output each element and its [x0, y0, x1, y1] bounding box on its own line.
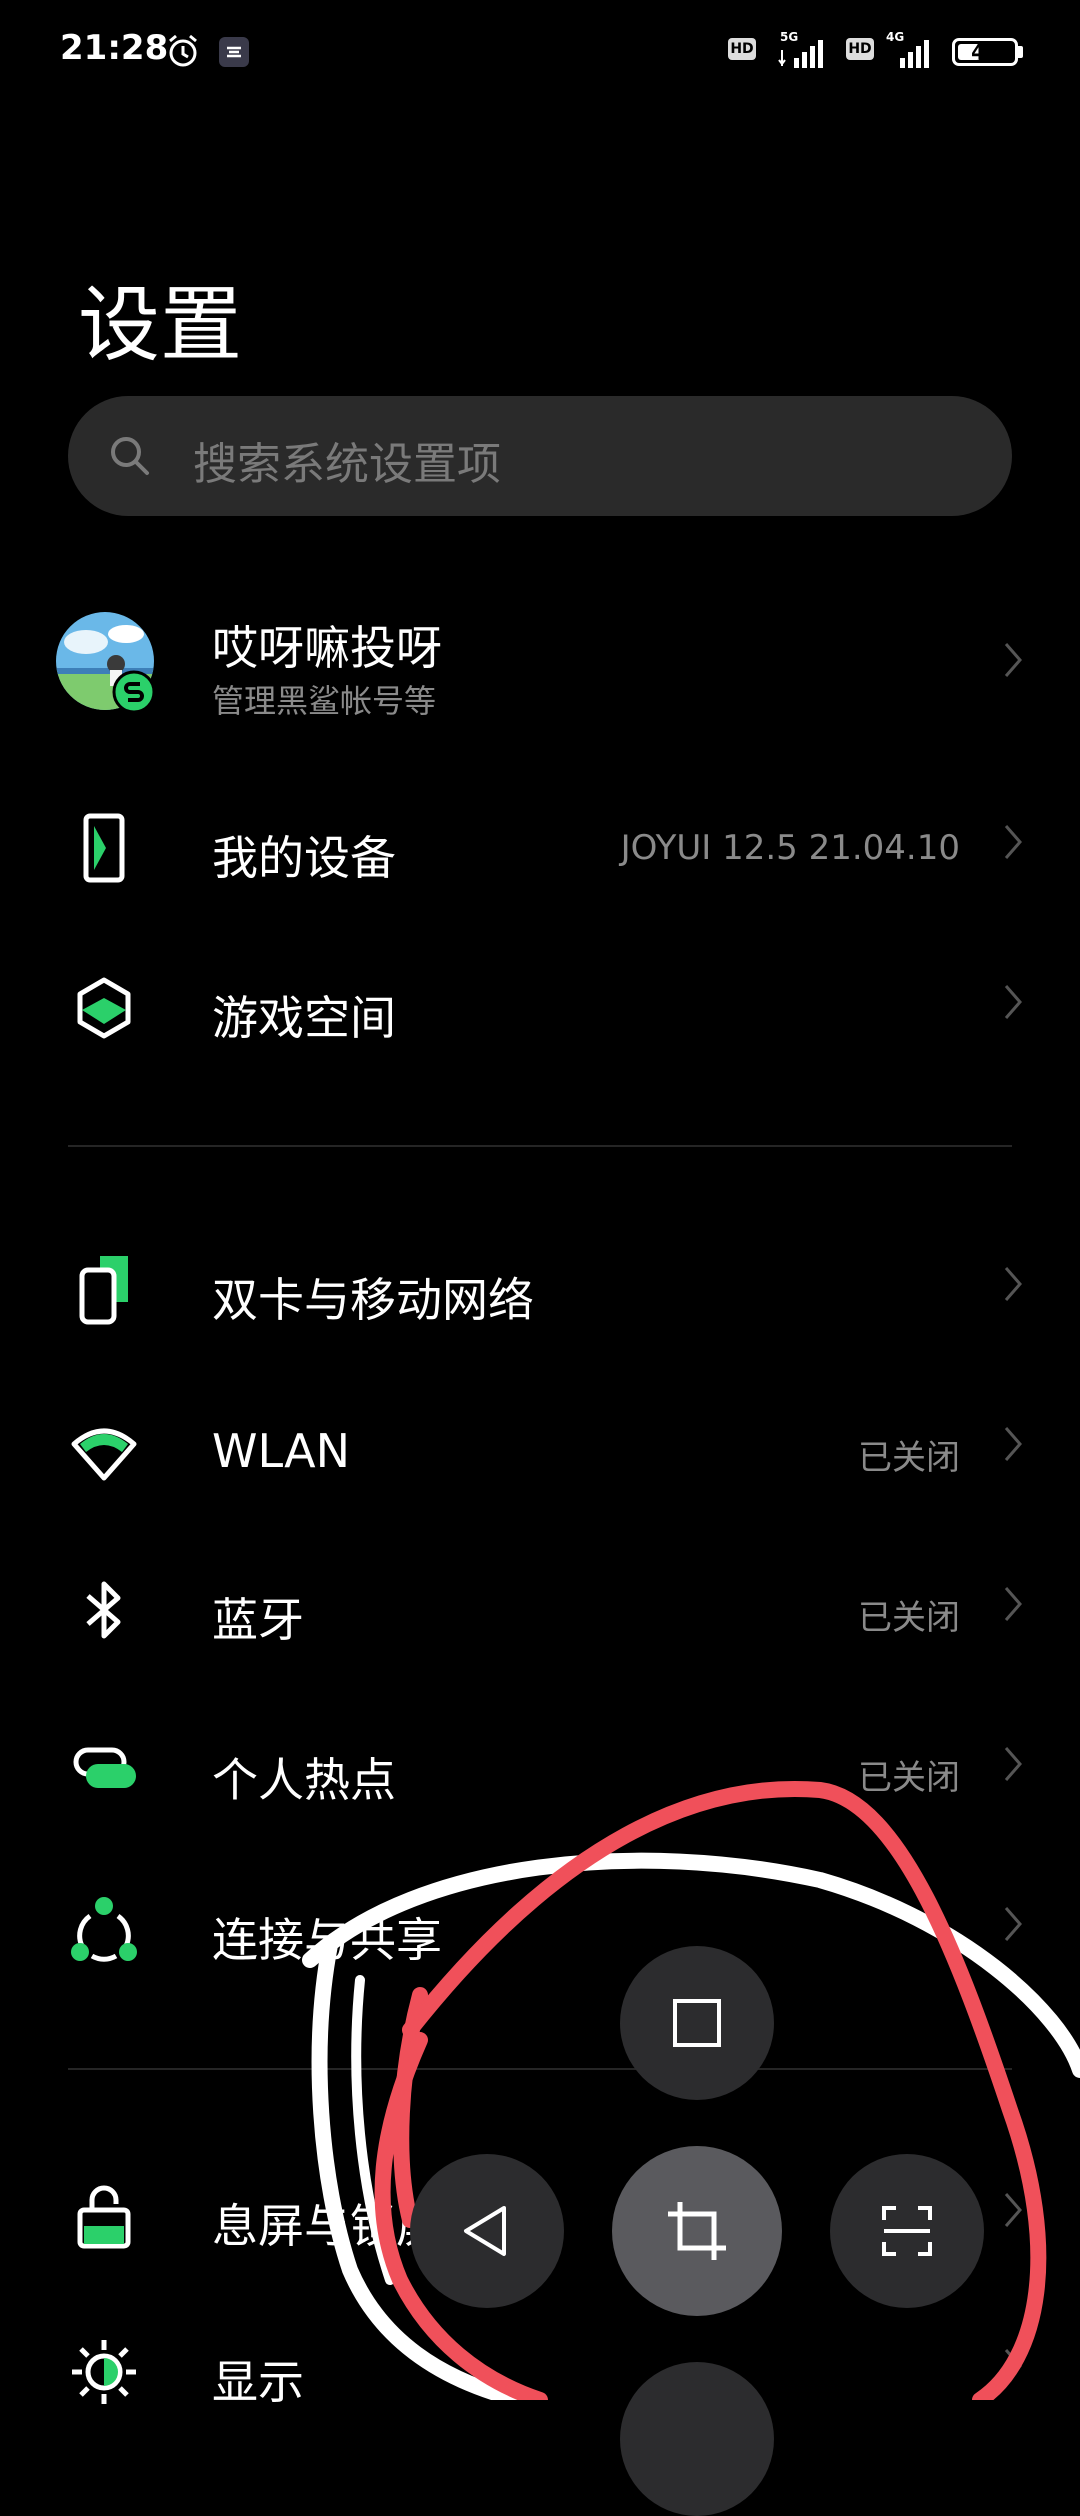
- hotspot-status: 已关闭: [858, 1758, 960, 1798]
- chevron-right-icon: [1004, 985, 1022, 1019]
- hd-voice-badge-2: HD: [846, 38, 874, 60]
- game-space-icon: [77, 977, 131, 1039]
- crop-screenshot-button[interactable]: [612, 2146, 782, 2316]
- lock-screen-label: 息屏与锁屏: [212, 2199, 442, 2253]
- account-subtitle: 管理黑鲨帐号等: [212, 682, 437, 720]
- chevron-right-icon: [1004, 1747, 1022, 1781]
- settings-item-bluetooth[interactable]: 蓝牙 已关闭: [0, 1538, 1080, 1678]
- lock-icon: [77, 2185, 131, 2249]
- settings-item-sim[interactable]: 双卡与移动网络: [0, 1218, 1080, 1358]
- wlan-label: WLAN: [212, 1424, 351, 1478]
- crop-icon: [668, 2202, 726, 2260]
- chevron-right-icon: [1004, 1427, 1022, 1461]
- phone-device-icon: [83, 813, 125, 883]
- chevron-right-icon: [1004, 2349, 1022, 2383]
- account-row[interactable]: 哎呀嘛投呀 管理黑鲨帐号等: [0, 590, 1080, 730]
- chevron-right-icon: [1004, 643, 1022, 677]
- back-triangle-icon: [464, 2206, 506, 2256]
- scan-frame-icon: [882, 2206, 932, 2256]
- sim-label: 双卡与移动网络: [212, 1273, 534, 1327]
- chevron-right-icon: [1004, 1587, 1022, 1621]
- settings-item-display[interactable]: 显示: [0, 2300, 1080, 2440]
- settings-item-game-space[interactable]: 游戏空间: [0, 936, 1080, 1076]
- search-icon: [111, 437, 149, 475]
- recents-button[interactable]: [620, 1946, 774, 2100]
- game-space-label: 游戏空间: [212, 991, 396, 1045]
- hotspot-label: 个人热点: [212, 1753, 396, 1807]
- battery-indicator: 40: [952, 38, 1018, 66]
- signal-icon-2: [900, 40, 929, 68]
- chevron-right-icon: [1004, 2193, 1022, 2227]
- settings-item-hotspot[interactable]: 个人热点 已关闭: [0, 1698, 1080, 1838]
- extra-action-button[interactable]: [620, 2362, 774, 2516]
- section-divider: [68, 2068, 1012, 2070]
- settings-item-connect-share[interactable]: 连接与共享: [0, 1858, 1080, 1998]
- hd-voice-badge: HD: [728, 38, 756, 60]
- wlan-status: 已关闭: [858, 1438, 960, 1478]
- section-divider: [68, 1145, 1012, 1147]
- bluetooth-status: 已关闭: [858, 1598, 960, 1638]
- bluetooth-icon: [86, 1581, 121, 1639]
- display-label: 显示: [212, 2355, 304, 2409]
- hotspot-icon: [73, 1747, 136, 1788]
- connect-share-icon: [71, 1897, 137, 1962]
- battery-percent: 40: [971, 40, 999, 64]
- scan-button[interactable]: [830, 2154, 984, 2308]
- page-title: 设置: [78, 278, 243, 373]
- wifi-icon: [71, 1428, 137, 1481]
- back-button[interactable]: [410, 2154, 564, 2308]
- signal-icon: [778, 40, 823, 68]
- search-placeholder: 搜索系统设置项: [193, 439, 501, 490]
- settings-item-wlan[interactable]: WLAN 已关闭: [0, 1378, 1080, 1518]
- chevron-right-icon: [1004, 1267, 1022, 1301]
- alarm-icon: [169, 34, 197, 67]
- chevron-right-icon: [1004, 1907, 1022, 1941]
- battery-nub: [1018, 46, 1023, 58]
- clock: 21:28: [60, 28, 169, 68]
- settings-item-my-device[interactable]: 我的设备 JOYUI 12.5 21.04.10: [0, 776, 1080, 916]
- bluetooth-label: 蓝牙: [212, 1593, 304, 1647]
- my-device-label: 我的设备: [212, 831, 396, 885]
- app-notification-icon: [219, 37, 249, 67]
- square-icon: [673, 1999, 721, 2047]
- brightness-icon: [72, 2340, 136, 2404]
- account-name: 哎呀嘛投呀: [212, 621, 442, 675]
- connect-share-label: 连接与共享: [212, 1913, 442, 1967]
- status-bar: 21:28 HD 5G HD 4G 40: [0, 0, 1080, 110]
- search-input[interactable]: 搜索系统设置项: [68, 396, 1012, 516]
- my-device-version: JOYUI 12.5 21.04.10: [620, 828, 960, 868]
- blackshark-badge-icon: [112, 670, 156, 714]
- chevron-right-icon: [1004, 825, 1022, 859]
- sim-card-icon: [79, 1256, 128, 1325]
